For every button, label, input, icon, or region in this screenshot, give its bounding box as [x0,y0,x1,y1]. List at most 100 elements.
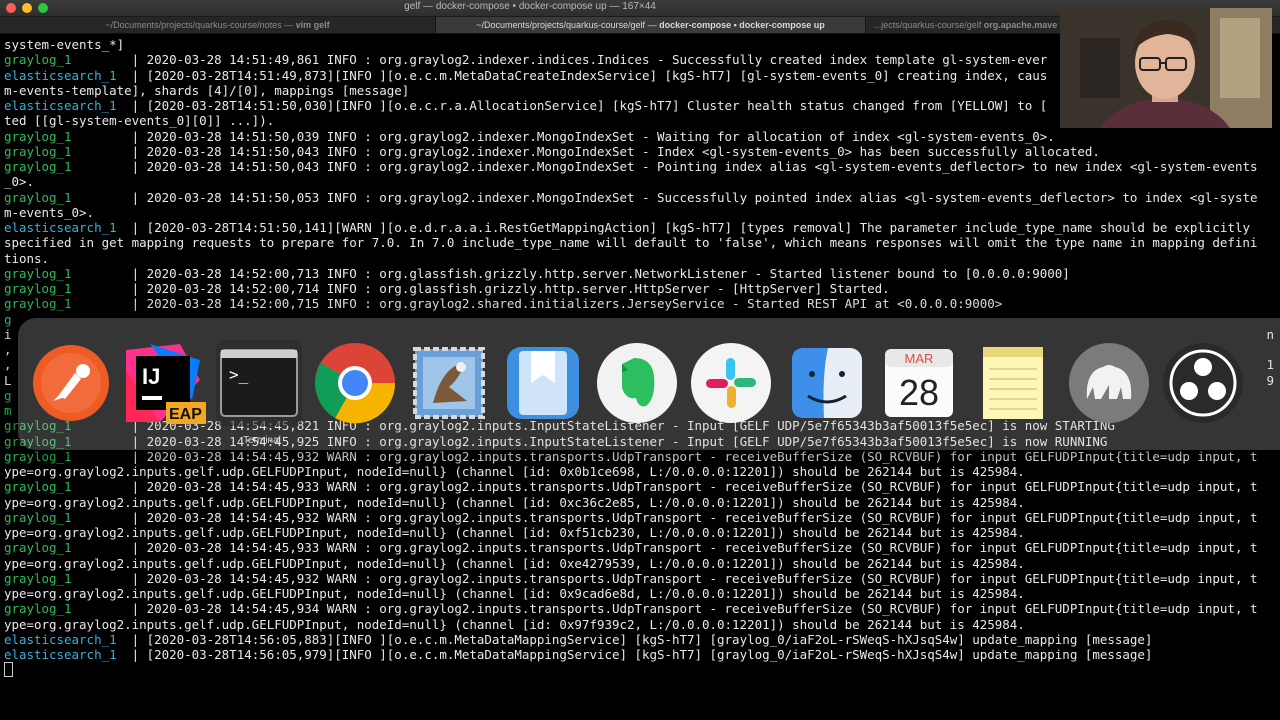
service-prefix: graylog_1 [4,189,132,205]
log-text: m-events_0>. [4,204,95,220]
terminal-line: graylog_1 | 2020-03-28 14:54:45,932 WARN… [4,449,1276,464]
tab-path: ~/Documents/projects/quarkus-course/gelf [476,20,646,30]
service-prefix: elasticsearch_1 [4,631,132,647]
calendar-day: 28 [899,372,939,413]
log-text: ype=org.graylog2.inputs.gelf.udp.GELFUDP… [4,616,1025,632]
terminal-icon: >_ [220,349,298,417]
service-prefix: elasticsearch_1 [4,220,132,235]
app-chrome[interactable] [312,340,398,426]
app-readkit[interactable] [500,340,586,426]
log-text: _0>. [4,174,35,190]
service-prefix: graylog_1 [4,281,132,296]
app-finder[interactable] [784,340,870,426]
service-prefix: g [4,387,12,403]
terminal-line: graylog_1 | 2020-03-28 14:51:50,043 INFO… [4,144,1276,159]
notes-icon [983,347,1043,419]
log-text: ype=org.graylog2.inputs.gelf.udp.GELFUDP… [4,494,1025,510]
log-text: system-events_*] [4,37,125,52]
service-prefix: graylog_1 [4,540,132,556]
svg-text:>_: >_ [229,365,249,384]
calendar-icon: MAR 28 [885,349,953,417]
service-prefix: elasticsearch_1 [4,647,132,662]
log-text: specified in get mapping requests to pre… [4,235,1258,251]
mail-icon [413,347,485,419]
log-text: | [2020-03-28T14:51:50,030][INFO ][o.e.c… [131,98,1048,113]
terminal-line: elasticsearch_1 | [2020-03-28T14:51:50,1… [4,220,1276,235]
service-prefix: graylog_1 [4,143,132,159]
app-slack[interactable] [688,340,774,426]
app-notes[interactable] [970,340,1056,426]
tab-gelf-docker-compose[interactable]: ~/Documents/projects/quarkus-course/gelf… [436,17,866,33]
tab-path: ~/Documents/projects/quarkus-course/note… [105,20,282,30]
terminal-line: ype=org.graylog2.inputs.gelf.udp.GELFUDP… [4,525,1276,540]
app-mail[interactable] [406,340,492,426]
terminal-line: graylog_1 | 2020-03-28 14:54:45,933 WARN… [4,540,1276,555]
terminal-line: ype=org.graylog2.inputs.gelf.udp.GELFUDP… [4,586,1276,601]
tab-command: vim gelf [295,20,330,30]
app-obs[interactable] [1160,340,1246,426]
prompt-line[interactable] [4,662,1276,678]
app-mamp[interactable] [1066,340,1152,426]
log-text: | 2020-03-28 14:51:50,039 INFO : org.gra… [131,128,1055,144]
service-prefix: graylog_1 [4,570,132,586]
calendar-month: MAR [905,351,934,366]
terminal-line: specified in get mapping requests to pre… [4,235,1276,250]
terminal-line: graylog_1 | 2020-03-28 14:51:50,039 INFO… [4,129,1276,144]
selected-app-label: Terminal [243,435,281,446]
terminal-line: ype=org.graylog2.inputs.gelf.udp.GELFUDP… [4,556,1276,571]
terminal-line: graylog_1 | 2020-03-28 14:54:45,934 WARN… [4,601,1276,616]
log-text: | 2020-03-28 14:52:00,715 INFO : org.gra… [131,296,1003,312]
log-text: ype=org.graylog2.inputs.gelf.udp.GELFUDP… [4,464,1025,479]
terminal-line: ype=org.graylog2.inputs.gelf.udp.GELFUDP… [4,617,1276,632]
terminal-line: ype=org.graylog2.inputs.gelf.udp.GELFUDP… [4,495,1276,510]
log-text: | [2020-03-28T14:56:05,979][INFO ][o.e.c… [131,647,1153,662]
terminal-line: graylog_1 | 2020-03-28 14:54:45,933 WARN… [4,479,1276,494]
tab-gelf-maven[interactable]: ...jects/quarkus-course/gelf org.apache.… [866,17,1066,33]
app-intellij-idea-eap[interactable]: IJ EAP [120,340,206,426]
chrome-icon [315,343,396,424]
log-text: | 2020-03-28 14:54:45,932 WARN : org.gra… [131,448,1258,464]
app-postman[interactable] [28,340,114,426]
service-prefix: graylog_1 [4,159,132,174]
presenter-video-picture [1060,8,1272,128]
terminal-line: graylog_1 | 2020-03-28 14:52:00,713 INFO… [4,266,1276,281]
slack-icon [691,343,771,423]
service-prefix: graylog_1 [4,52,132,68]
terminal-line: graylog_1 | 2020-03-28 14:52:00,715 INFO… [4,296,1276,311]
webcam-overlay [1060,8,1272,128]
app-calendar[interactable]: MAR 28 [876,340,962,426]
svg-text:IJ: IJ [142,364,160,389]
terminal-line: m-events_0>. [4,205,1276,220]
tab-path: ...jects/quarkus-course/gelf [873,20,982,30]
obs-icon [1163,343,1243,423]
app-evernote[interactable] [594,340,680,426]
service-prefix: graylog_1 [4,479,132,495]
log-text: | 2020-03-28 14:52:00,713 INFO : org.gla… [131,265,1070,281]
log-text: | [2020-03-28T14:56:05,883][INFO ][o.e.c… [131,631,1153,647]
log-text: tions. [4,250,50,266]
tab-command: docker-compose • docker-compose up [659,20,825,30]
log-text: ype=org.graylog2.inputs.gelf.udp.GELFUDP… [4,555,1025,571]
log-text: | 2020-03-28 14:52:00,714 INFO : org.gla… [131,281,890,296]
terminal-line: tions. [4,251,1276,266]
app-terminal[interactable]: >_ [216,340,302,426]
log-text: ted [[gl-system-events_0][0]] ...]). [4,113,275,129]
log-text: L [4,372,12,388]
tab-notes-vim[interactable]: ~/Documents/projects/quarkus-course/note… [0,17,436,33]
service-prefix: graylog_1 [4,296,132,312]
tab-command: org.apache.mave [983,20,1058,30]
log-text: | 2020-03-28 14:51:50,053 INFO : org.gra… [131,189,1258,205]
log-text: | 2020-03-28 14:54:45,933 WARN : org.gra… [131,479,1258,495]
terminal-line: elasticsearch_1 | [2020-03-28T14:56:05,8… [4,632,1276,647]
log-text: ype=org.graylog2.inputs.gelf.udp.GELFUDP… [4,525,1025,540]
log-text: | 2020-03-28 14:54:45,934 WARN : org.gra… [131,601,1258,617]
log-text: m-events-template], shards [4]/[0], mapp… [4,82,410,98]
service-prefix: m [4,403,12,418]
service-prefix: graylog_1 [4,601,132,617]
log-text: | 2020-03-28 14:54:45,932 WARN : org.gra… [131,509,1258,525]
log-text: | [2020-03-28T14:51:49,873][INFO ][o.e.c… [131,67,1048,83]
service-prefix: graylog_1 [4,128,132,144]
log-text: i [4,326,12,342]
terminal-line: ype=org.graylog2.inputs.gelf.udp.GELFUDP… [4,464,1276,479]
log-text: | 2020-03-28 14:51:49,861 INFO : org.gra… [131,52,1048,68]
